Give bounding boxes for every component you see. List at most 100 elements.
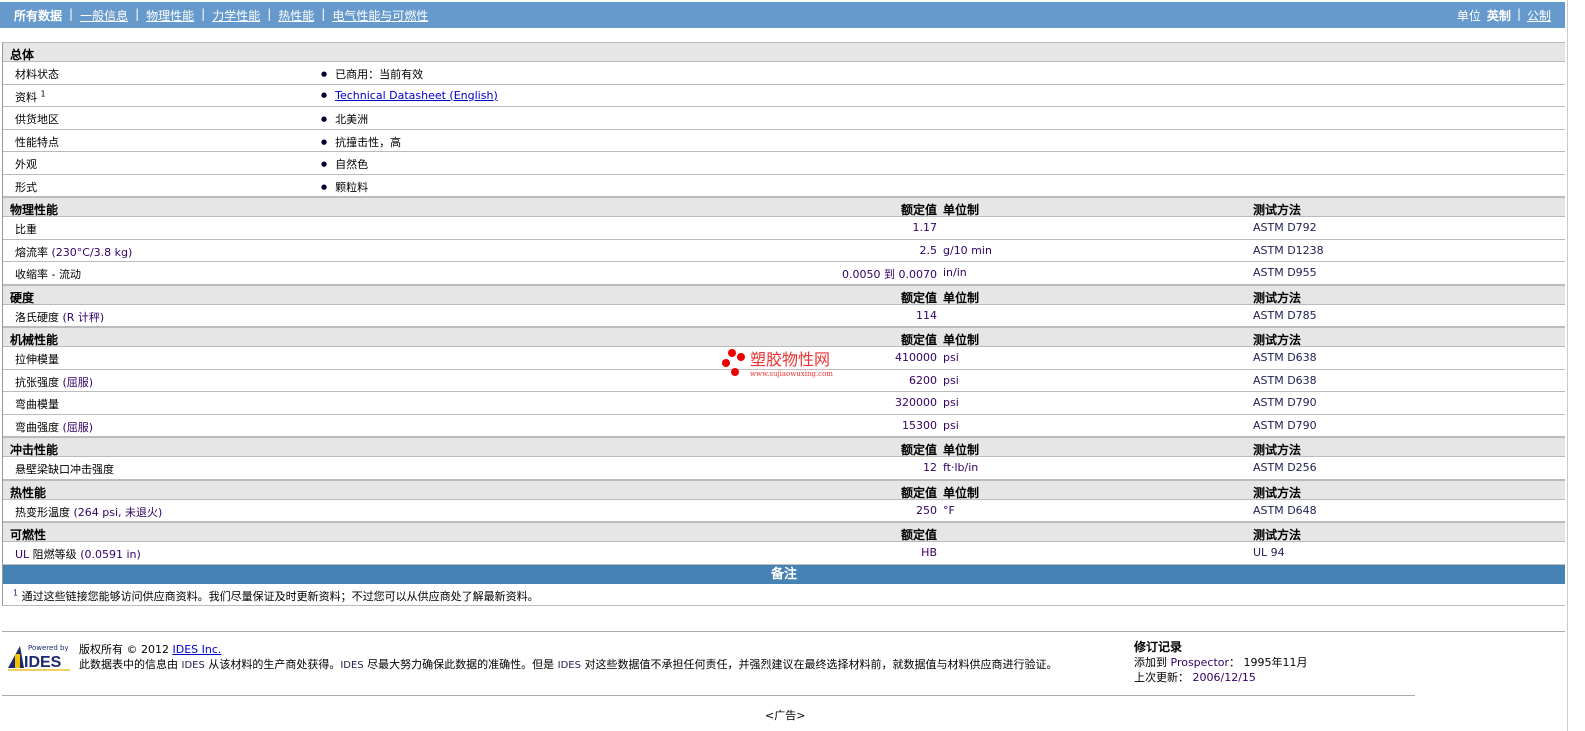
- copyright-block: 版权所有 © 2012 IDES Inc. 此数据表中的信息由 IDES 从该材…: [79, 642, 1057, 673]
- row-method: ASTM D792: [1253, 221, 1317, 234]
- row-label: 收缩率 - 流动: [15, 268, 81, 281]
- row-unit: psi: [943, 396, 959, 409]
- watermark-dots-icon: [722, 349, 745, 376]
- header-method: 测试方法: [1253, 443, 1302, 457]
- header-method: 测试方法: [1253, 333, 1302, 347]
- table-row: 弯曲模量 320000 psi ASTM D790: [3, 392, 1565, 415]
- tab-1[interactable]: 一般信息: [80, 7, 128, 24]
- ides-logo: Powered by IDES: [8, 644, 70, 671]
- table-row: 弯曲强度 (屈服) 15300 psi ASTM D790: [3, 415, 1565, 437]
- updated-date: 2006/12/15: [1192, 671, 1256, 684]
- row-value: 颗粒料: [321, 179, 368, 195]
- section-header: 物理性能 额定值 单位制 测试方法: [3, 197, 1565, 217]
- row-unit: in/in: [943, 266, 967, 279]
- separator: |: [201, 7, 206, 21]
- row-label: 材料状态: [15, 68, 59, 81]
- row-label: 性能特点: [15, 135, 59, 149]
- ul-prefix: UL: [15, 548, 30, 561]
- row-value: 已商用：当前有效: [321, 66, 423, 82]
- header-unit: 单位制: [943, 290, 980, 305]
- footnote-text: 1 通过这些链接您能够访问供应商资料。我们尽量保证及时更新资料；不过您可以从供应…: [13, 587, 539, 603]
- watermark-text: 塑胶物性网: [750, 350, 831, 369]
- header-value: 额定值: [900, 485, 937, 500]
- datasheet-link[interactable]: Technical Datasheet (English): [335, 89, 498, 102]
- row-label: 形式: [15, 180, 37, 194]
- row-value: 250: [916, 503, 937, 517]
- row-condition: (230°C/3.8 kg): [51, 245, 133, 259]
- row-method: ASTM D955: [1253, 266, 1317, 279]
- row-condition: (264 psi, 未退火): [73, 505, 163, 519]
- tab-2[interactable]: 物理性能: [146, 7, 194, 24]
- row-label: 洛氏硬度 (R 计秤): [15, 310, 105, 324]
- tab-4[interactable]: 热性能: [278, 7, 314, 24]
- header-value: 额定值: [900, 528, 937, 542]
- tab-3[interactable]: 力学性能: [212, 7, 260, 24]
- separator: |: [267, 7, 272, 21]
- divider: [2, 631, 1565, 632]
- disclaimer-text: 对这些数据值不承担任何责任，并强烈建议在最终选择材料前，就数据值与材料供应商进行…: [580, 658, 1058, 671]
- row-label: 悬壁梁缺口冲击强度: [15, 463, 114, 476]
- header-unit: 单位制: [943, 485, 980, 500]
- row-method: ASTM D256: [1253, 461, 1317, 474]
- unit-english[interactable]: 英制: [1487, 7, 1511, 24]
- svg-text:IDES: IDES: [24, 654, 62, 671]
- unit-switcher: 单位 英制 | 公制: [1457, 7, 1551, 24]
- row-value: 6200: [909, 373, 937, 387]
- unit-metric-link[interactable]: 公制: [1527, 7, 1551, 24]
- row-label: 拉伸模量: [15, 353, 59, 366]
- scrollbar[interactable]: [1567, 0, 1585, 731]
- section-header: 硬度 额定值 单位制 测试方法: [3, 284, 1565, 305]
- table-row: 材料状态 已商用：当前有效: [3, 62, 1565, 85]
- row-value: 2.5: [919, 243, 938, 257]
- row-label: 熔流率 (230°C/3.8 kg): [15, 245, 133, 259]
- header-value: 额定值: [900, 203, 937, 217]
- revision-title: 修订记录: [1134, 640, 1183, 654]
- row-condition: - 流动: [51, 268, 81, 281]
- header-value: 额定值: [900, 443, 937, 457]
- row-label: 供货地区: [15, 113, 59, 126]
- updated-label: 上次更新：: [1134, 671, 1193, 684]
- row-unit: psi: [943, 351, 959, 364]
- section-title: 冲击性能: [10, 443, 59, 457]
- ides-link[interactable]: IDES Inc.: [173, 643, 222, 656]
- row-value: 320000: [895, 396, 937, 409]
- section-title: 物理性能: [10, 203, 59, 217]
- section-header: 冲击性能 额定值 单位制 测试方法: [3, 437, 1565, 457]
- header-value: 额定值: [900, 290, 937, 305]
- row-method: ASTM D1238: [1253, 243, 1324, 257]
- header-method: 测试方法: [1253, 203, 1302, 217]
- row-value: 0.0050 到 0.0070: [842, 268, 937, 281]
- added-date: 1995年11月: [1243, 656, 1308, 669]
- row-method: ASTM D785: [1253, 308, 1317, 322]
- row-value: 410000: [895, 351, 937, 364]
- row-method: ASTM D790: [1253, 396, 1317, 409]
- header-unit: 单位制: [943, 333, 980, 347]
- ides-name: IDES: [557, 660, 581, 671]
- copyright-text: 版权所有 © 2012: [79, 643, 169, 656]
- footnote: 1 通过这些链接您能够访问供应商资料。我们尽量保证及时更新资料；不过您可以从供应…: [3, 584, 1565, 606]
- table-row: 洛氏硬度 (R 计秤) 114 ASTM D785: [3, 305, 1565, 327]
- row-unit: °F: [943, 503, 955, 517]
- table-row: 形式 颗粒料: [3, 175, 1565, 197]
- tab-5[interactable]: 电气性能与可燃性: [332, 7, 428, 24]
- added-label: 添加到: [1134, 656, 1171, 669]
- prospector-name: Prospector: [1170, 656, 1230, 669]
- tab-0[interactable]: 所有数据: [14, 7, 62, 24]
- row-label: 弯曲强度 (屈服): [15, 420, 94, 434]
- section-title: 机械性能: [10, 333, 59, 347]
- row-value: 自然色: [321, 156, 368, 172]
- units-label: 单位: [1456, 9, 1481, 23]
- row-value: Technical Datasheet (English): [321, 89, 498, 102]
- svg-text:Powered by: Powered by: [28, 644, 69, 652]
- row-label: 弯曲模量: [15, 398, 59, 411]
- footnote-marker: 1: [40, 88, 46, 98]
- header-method: 测试方法: [1253, 290, 1302, 305]
- table-row: 性能特点 抗撞击性，高: [3, 130, 1565, 152]
- row-value: 1.17: [912, 221, 938, 234]
- category-tabs: 所有数据 | 一般信息 | 物理性能 | 力学性能 | 热性能 | 电气性能与可燃性: [14, 7, 428, 24]
- row-label: 资料 1: [15, 88, 46, 104]
- row-unit: psi: [943, 373, 959, 387]
- table-row: 熔流率 (230°C/3.8 kg) 2.5 g/10 min ASTM D1238: [3, 240, 1565, 262]
- separator: |: [321, 7, 326, 21]
- datasheet-table: 总体材料状态 已商用：当前有效资料 1 Technical Datasheet (E…: [2, 42, 1565, 606]
